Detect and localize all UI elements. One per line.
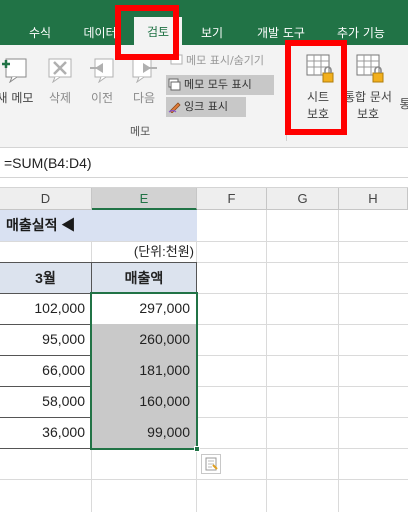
delete-memo-button[interactable]: 삭제 — [40, 53, 80, 106]
protect-workbook-label-line2: 보호 — [356, 107, 380, 121]
selection-range-border — [90, 292, 198, 450]
show-all-memos-label: 메모 모두 표시 — [184, 78, 252, 91]
next-memo-label: 다음 — [132, 91, 156, 105]
tab-view[interactable]: 보기 — [192, 22, 232, 45]
ink-pen-icon — [168, 102, 181, 113]
gridline — [266, 210, 267, 512]
highlight-protect-sheet — [285, 40, 347, 135]
cut-off-ribbon-label: 통 — [399, 97, 408, 111]
column-header-h[interactable]: H — [339, 188, 408, 210]
previous-memo-icon — [90, 58, 114, 84]
column-header-f[interactable]: F — [197, 188, 267, 210]
worksheet-grid[interactable]: 매출실적 ◀ (단위:천원) 3월 매출액 102,000 297,000 95… — [0, 210, 408, 512]
sheet-title[interactable]: 매출실적 ◀ — [6, 210, 75, 241]
previous-memo-label: 이전 — [90, 91, 114, 105]
table-cell-march[interactable]: 95,000 — [0, 324, 92, 356]
quick-analysis-button[interactable] — [201, 454, 221, 474]
highlight-review-tab — [115, 5, 179, 60]
gridline — [338, 210, 339, 512]
table-header-sales[interactable]: 매출액 — [91, 262, 197, 294]
fill-handle[interactable] — [194, 446, 200, 452]
formula-bar[interactable]: =SUM(B4:D4) — [0, 148, 408, 178]
new-memo-button[interactable]: 새 메모 — [0, 53, 38, 106]
table-cell-march[interactable]: 66,000 — [0, 355, 92, 387]
column-header-g[interactable]: G — [267, 188, 339, 210]
gridline — [0, 241, 408, 242]
delete-memo-icon — [48, 58, 72, 84]
ribbon-tab-bar: 수식 데이터 검토 보기 개발 도구 추가 기능 — [0, 0, 408, 45]
column-header-d[interactable]: D — [0, 188, 92, 210]
table-cell-march[interactable]: 58,000 — [0, 386, 92, 418]
show-ink-button[interactable]: 잉크 표시 — [166, 97, 246, 117]
show-hide-memo-button[interactable]: 메모 표시/숨기기 — [168, 51, 280, 71]
protect-workbook-button[interactable]: 통합 문서 보호 — [340, 53, 396, 122]
new-memo-icon — [2, 58, 27, 84]
new-memo-label: 새 메모 — [0, 91, 34, 105]
next-memo-button[interactable]: 다음 — [124, 53, 164, 106]
show-ink-label: 잉크 표시 — [184, 100, 228, 113]
formula-bar-gap — [0, 178, 408, 188]
table-cell-march[interactable]: 36,000 — [0, 417, 92, 449]
tab-formulas[interactable]: 수식 — [18, 22, 62, 45]
show-hide-memo-label: 메모 표시/숨기기 — [186, 54, 265, 67]
gridline — [0, 479, 408, 480]
delete-memo-label: 삭제 — [48, 91, 72, 105]
protect-workbook-icon — [356, 54, 384, 83]
memo-group-label: 메모 — [130, 125, 151, 138]
table-cell-march[interactable]: 102,000 — [0, 293, 92, 325]
table-header-march[interactable]: 3월 — [0, 262, 92, 294]
quick-analysis-icon — [205, 457, 218, 471]
protect-workbook-label-line1: 통합 문서 — [344, 90, 392, 104]
column-header-e[interactable]: E — [92, 188, 197, 210]
show-all-memos-icon — [168, 78, 181, 91]
show-all-memos-button[interactable]: 메모 모두 표시 — [166, 75, 274, 95]
previous-memo-button[interactable]: 이전 — [82, 53, 122, 106]
unit-note[interactable]: (단위:천원) — [92, 241, 196, 262]
